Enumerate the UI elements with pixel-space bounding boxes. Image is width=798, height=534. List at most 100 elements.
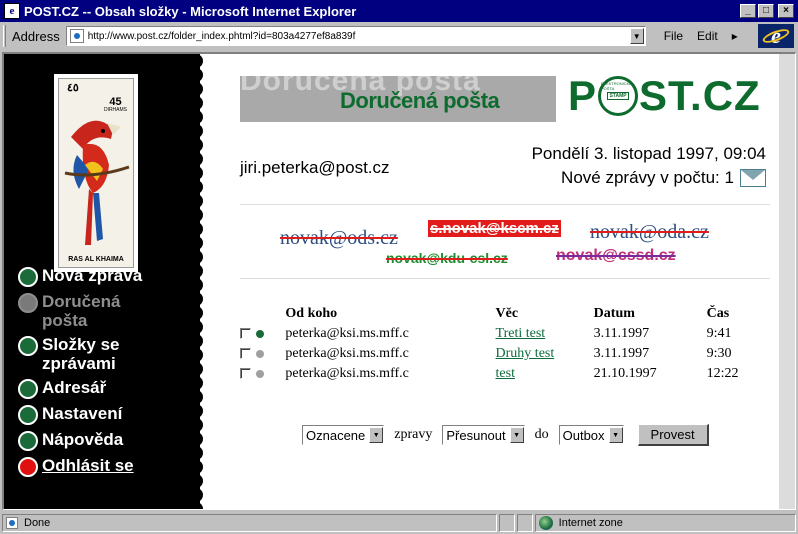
nav-bullet-icon (18, 457, 38, 477)
filter-select[interactable]: Oznacene ▼ (302, 425, 385, 445)
column-header-from: Od koho (285, 306, 338, 321)
sidebar-item-1[interactable]: Nová zpráva (18, 266, 198, 287)
select-checkbox[interactable] (240, 368, 251, 380)
sidebar-item-label: Adresář (42, 378, 107, 397)
page-banner: Doručená pošta Doručená pošta (240, 76, 556, 122)
menu-bar: File Edit ▸ (664, 29, 738, 43)
window-title: POST.CZ -- Obsah složky - Microsoft Inte… (24, 3, 357, 19)
address-toolbar: Address http://www.post.cz/folder_index.… (0, 22, 798, 50)
chevron-down-icon[interactable]: ▼ (369, 427, 384, 443)
address-input[interactable]: http://www.post.cz/folder_index.phtml?id… (65, 26, 646, 46)
column-header-subject: Věc (495, 306, 519, 321)
minimize-button[interactable]: _ (740, 4, 756, 18)
logo-stamp-icon: ELEKTRONICKÁ POŠTA STAMP (598, 76, 639, 116)
message-from: peterka@ksi.ms.mff.c (285, 326, 409, 341)
nav-bullet-icon (18, 431, 38, 451)
table-header-row: Od koho Věc Datum Čas (240, 304, 766, 324)
crossed-address: novak@ods.cz (280, 227, 398, 249)
nav-bullet-icon (18, 336, 38, 356)
menu-file[interactable]: File (664, 29, 683, 43)
logo-letter-p: P (568, 72, 598, 119)
address-url[interactable]: http://www.post.cz/folder_index.phtml?id… (88, 31, 630, 42)
new-messages-count: 1 (724, 168, 734, 187)
menu-edit[interactable]: Edit (697, 29, 718, 43)
sidebar-item-3[interactable]: Složky se zprávami (18, 335, 198, 373)
chevron-right-icon[interactable]: ▸ (732, 29, 738, 43)
message-time: 9:41 (706, 326, 732, 341)
parrot-icon (64, 120, 130, 245)
sidebar-nav: Nová zpráva Doručená pošta Složky se zpráv… (18, 266, 198, 482)
sidebar-item-label: Nastavení (42, 404, 123, 423)
table-row[interactable]: peterka@ksi.ms.mff.c Druhy test 3.11.1997 9… (240, 344, 766, 364)
address-dropdown-button[interactable]: ▼ (629, 28, 644, 44)
browser-viewport: ٤٥ 45 DIRHAMS RAS AL KHAIMA Nová zpráva … (2, 52, 796, 510)
chevron-down-icon[interactable]: ▼ (509, 427, 524, 443)
status-panel: Done (2, 513, 497, 532)
sidebar-item-7[interactable]: Odhlásit se (18, 456, 198, 477)
chevron-down-icon[interactable]: ▼ (608, 427, 623, 443)
new-messages-indicator: Nové zprávy v počtu: 1 (366, 168, 766, 188)
label-do: do (534, 427, 549, 442)
message-from: peterka@ksi.ms.mff.c (285, 366, 409, 381)
bulk-action-bar: Oznacene ▼ zpravy Přesunout ▼ do Outbox ▼ P… (302, 424, 709, 446)
sidebar-item-6[interactable]: Nápověda (18, 430, 198, 451)
zone-text: Internet zone (558, 516, 623, 529)
message-date: 3.11.1997 (593, 346, 650, 361)
sidebar-item-label: Nová zpráva (42, 266, 143, 285)
message-time: 12:22 (706, 366, 739, 381)
envelope-icon[interactable] (740, 169, 766, 187)
nav-bullet-icon (18, 267, 38, 287)
nav-bullet-icon (18, 405, 38, 425)
page-icon (6, 516, 18, 529)
globe-icon (538, 515, 553, 530)
toolbar-grip[interactable] (3, 25, 6, 47)
address-label: Address (12, 28, 60, 44)
vertical-scrollbar[interactable] (779, 54, 795, 509)
window-title-bar: e POST.CZ -- Obsah složky - Microsoft In… (0, 0, 798, 22)
select-checkbox[interactable] (240, 348, 251, 360)
crossed-address: s.novak@kscm.cz (428, 220, 561, 237)
page-icon (69, 29, 84, 43)
crossed-address: novak@cssd.cz (556, 247, 676, 264)
divider (240, 278, 770, 279)
sidebar-item-4[interactable]: Adresář (18, 378, 198, 399)
label-zpravy: zpravy (394, 427, 433, 442)
message-date: 21.10.1997 (593, 366, 657, 381)
maximize-button[interactable]: □ (758, 4, 774, 18)
status-dot-icon (255, 369, 264, 378)
sidebar-item-label: Složky se zprávami (42, 335, 120, 373)
table-row[interactable]: peterka@ksi.ms.mff.c test 21.10.1997 12:22 (240, 364, 766, 384)
sidebar-item-5[interactable]: Nastavení (18, 404, 198, 425)
scalloped-edge (196, 54, 203, 509)
message-table: Od koho Věc Datum Čas peterka@ksi.ms.mff… (240, 304, 766, 384)
web-page: ٤٥ 45 DIRHAMS RAS AL KHAIMA Nová zpráva … (4, 54, 780, 509)
sidebar-item-2[interactable]: Doručená pošta (18, 292, 198, 330)
status-text: Done (24, 516, 51, 529)
execute-button[interactable]: Provest (637, 424, 709, 446)
message-subject-link[interactable]: Druhy test (496, 346, 555, 361)
status-bar: Done Internet zone (0, 511, 798, 534)
folder-select[interactable]: Outbox ▼ (558, 425, 624, 445)
crossed-address: novak@kdu-csl.cz (386, 250, 508, 266)
select-checkbox[interactable] (240, 328, 251, 340)
action-select[interactable]: Přesunout ▼ (442, 425, 525, 445)
page-title: Doručená pošta (340, 88, 500, 113)
stamp-denomination: ٤٥ (67, 82, 79, 94)
column-header-date: Datum (593, 306, 635, 321)
message-time: 9:30 (706, 346, 732, 361)
table-row[interactable]: peterka@ksi.ms.mff.c Treti test 3.11.1997 9… (240, 324, 766, 344)
message-subject-link[interactable]: Treti test (496, 326, 546, 341)
sidebar-item-label: Doručená pošta (42, 292, 121, 330)
sidebar: ٤٥ 45 DIRHAMS RAS AL KHAIMA Nová zpráva … (4, 54, 200, 509)
sidebar-item-label: Odhlásit se (42, 456, 134, 475)
close-button[interactable]: × (778, 4, 794, 18)
status-dot-icon (255, 349, 264, 358)
page-icon: e (4, 3, 20, 19)
message-subject-link[interactable]: test (496, 366, 515, 381)
message-from: peterka@ksi.ms.mff.c (285, 346, 409, 361)
logo-text: ST.CZ (639, 72, 761, 119)
sidebar-item-label: Nápověda (42, 430, 124, 449)
zone-panel: Internet zone (534, 513, 796, 532)
divider (240, 204, 770, 205)
message-date: 3.11.1997 (593, 326, 650, 341)
